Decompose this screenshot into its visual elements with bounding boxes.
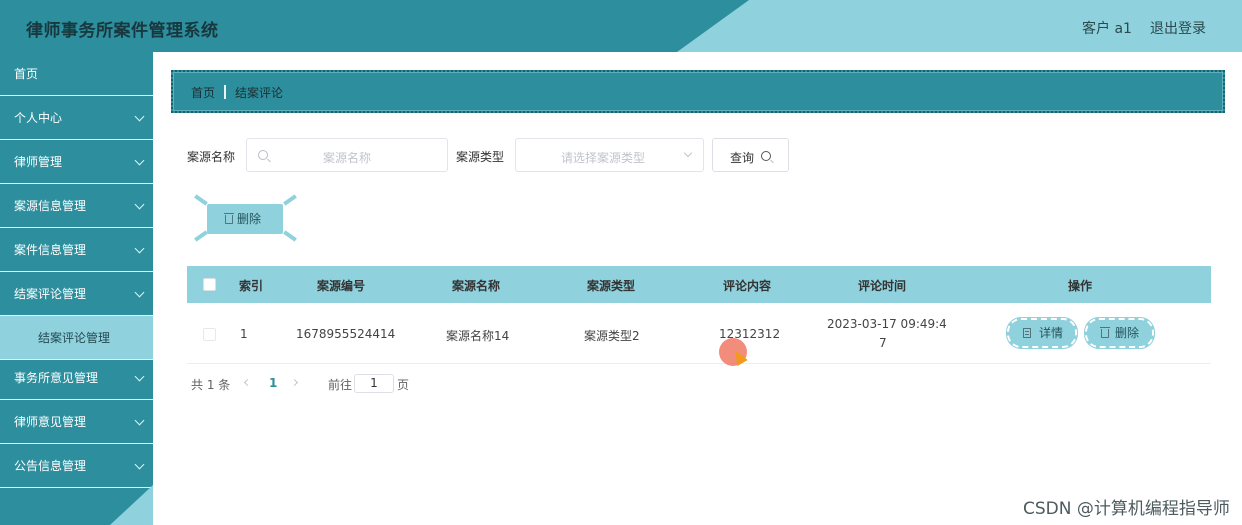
search-icon: [761, 151, 771, 161]
sidebar-item-label: 案源信息管理: [14, 199, 87, 213]
search-icon: [258, 150, 268, 160]
row-delete-label: 删除: [1115, 326, 1140, 340]
chevron-down-icon: [134, 287, 145, 298]
row-delete-button[interactable]: 删除: [1085, 318, 1154, 348]
sidebar-item-case-sources[interactable]: 案源信息管理: [0, 184, 153, 228]
cell-type: 案源类型2: [584, 329, 640, 343]
chevron-down-icon: [134, 371, 145, 382]
sidebar-item-label: 事务所意见管理: [14, 371, 99, 385]
bulk-delete-button[interactable]: 删除: [207, 204, 283, 234]
chevron-down-icon: [134, 111, 145, 122]
chevron-down-icon: [134, 155, 145, 166]
sidebar: 首页 个人中心 律师管理 案源信息管理 案件信息管理 结案评论管理 结案评论管理…: [0, 52, 153, 525]
column-header: 案源名称: [452, 279, 501, 293]
document-icon: [1023, 328, 1031, 338]
goto-page-input[interactable]: 1: [354, 374, 394, 393]
column-header: 索引: [239, 279, 264, 293]
sidebar-item-closing-comments[interactable]: 结案评论管理: [0, 272, 153, 316]
cell-name: 案源名称14: [446, 329, 510, 343]
sidebar-subitem-closing-comments[interactable]: 结案评论管理: [0, 316, 153, 360]
column-header: 评论时间: [858, 279, 907, 293]
chevron-down-icon: [134, 415, 145, 426]
trash-icon: [224, 213, 234, 224]
goto-label: 前往: [328, 378, 353, 392]
case-type-select[interactable]: 请选择案源类型: [515, 138, 704, 172]
table-row: 1 1678955524414 案源名称14 案源类型2 12312312 20…: [187, 303, 1211, 364]
chevron-down-icon: [683, 148, 693, 158]
sidebar-item-lawyers[interactable]: 律师管理: [0, 140, 153, 184]
trash-icon: [1100, 327, 1110, 338]
sidebar-item-label: 公告信息管理: [14, 459, 87, 473]
chevron-down-icon: [134, 243, 145, 254]
case-name-input[interactable]: 案源名称: [246, 138, 448, 172]
logout-link[interactable]: 退出登录: [1150, 18, 1206, 38]
sidebar-item-cases[interactable]: 案件信息管理: [0, 228, 153, 272]
sidebar-item-label: 律师意见管理: [14, 415, 87, 429]
sidebar-item-label: 结案评论管理: [38, 331, 111, 345]
next-page-icon[interactable]: [290, 378, 299, 387]
case-type-label: 案源类型: [456, 150, 505, 164]
decor-corner: [194, 230, 208, 242]
case-type-placeholder: 请选择案源类型: [561, 151, 646, 165]
page-number-current[interactable]: 1: [269, 376, 277, 390]
sidebar-item-home[interactable]: 首页: [0, 52, 153, 96]
prev-page-icon[interactable]: [243, 378, 252, 387]
cell-time: 2023-03-17 09:49:4: [827, 317, 947, 331]
bulk-delete-wrapper: 删除: [194, 194, 297, 242]
pagination-total: 共 1 条: [191, 378, 231, 392]
breadcrumb-separator: [224, 85, 226, 99]
column-header: 操作: [1068, 279, 1093, 293]
breadcrumb-current: 结案评论: [235, 86, 284, 100]
bulk-delete-label: 删除: [237, 212, 262, 226]
decor-corner: [283, 194, 297, 206]
case-name-placeholder: 案源名称: [323, 151, 372, 165]
decor-corner: [283, 230, 297, 242]
chevron-down-icon: [134, 459, 145, 470]
sidebar-item-label: 案件信息管理: [14, 243, 87, 257]
column-header: 案源类型: [587, 279, 636, 293]
decor-corner: [194, 194, 208, 206]
app-title: 律师事务所案件管理系统: [26, 21, 219, 41]
column-header: 案源编号: [317, 279, 366, 293]
detail-button[interactable]: 详情: [1007, 318, 1077, 348]
table-header: 索引 案源编号 案源名称 案源类型 评论内容 评论时间 操作: [187, 266, 1211, 303]
detail-label: 详情: [1039, 326, 1064, 340]
select-all-checkbox[interactable]: [203, 278, 216, 291]
app-header: 律师事务所案件管理系统 客户 a1 退出登录: [0, 0, 1242, 52]
sidebar-item-label: 个人中心: [14, 111, 63, 125]
column-header: 评论内容: [723, 279, 772, 293]
sidebar-item-announcements[interactable]: 公告信息管理: [0, 444, 153, 488]
breadcrumb-home[interactable]: 首页: [191, 84, 215, 101]
current-user[interactable]: 客户 a1: [1082, 18, 1132, 38]
page-suffix: 页: [397, 378, 410, 392]
cell-code: 1678955524414: [296, 327, 396, 341]
sidebar-item-label: 首页: [14, 67, 39, 81]
sidebar-accent: [110, 485, 153, 525]
sidebar-item-label: 结案评论管理: [14, 287, 87, 301]
sidebar-item-lawyer-opinions[interactable]: 律师意见管理: [0, 400, 153, 444]
sidebar-item-label: 律师管理: [14, 155, 63, 169]
sidebar-item-firm-opinions[interactable]: 事务所意见管理: [0, 356, 153, 400]
query-button-label: 查询: [730, 151, 755, 165]
chevron-down-icon: [134, 199, 145, 210]
query-button[interactable]: 查询: [712, 138, 789, 172]
watermark: CSDN @计算机编程指导师: [1023, 499, 1230, 519]
cell-time-wrap: 7: [879, 336, 887, 350]
breadcrumb: 首页 结案评论: [171, 70, 1225, 113]
cell-index: 1: [240, 327, 248, 341]
case-name-label: 案源名称: [187, 150, 236, 164]
row-checkbox[interactable]: [203, 328, 216, 341]
sidebar-item-personal-center[interactable]: 个人中心: [0, 96, 153, 140]
